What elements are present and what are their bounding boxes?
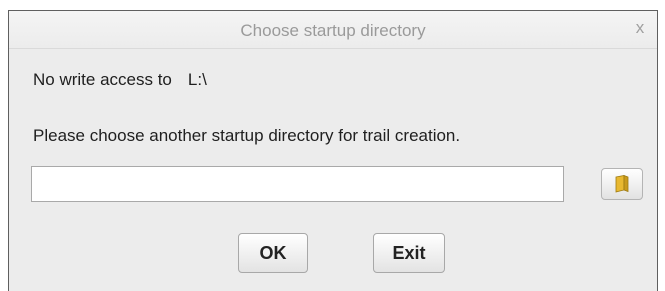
close-icon[interactable]: x xyxy=(631,19,649,37)
dialog-title: Choose startup directory xyxy=(240,21,426,40)
folder-icon xyxy=(615,175,629,193)
dialog-titlebar[interactable]: Choose startup directory x xyxy=(9,11,657,49)
choose-directory-dialog: Choose startup directory x No write acce… xyxy=(8,10,658,291)
no-write-access-message: No write access to L:\ xyxy=(33,70,207,90)
ok-button[interactable]: OK xyxy=(238,233,308,273)
instruction-text: Please choose another startup directory … xyxy=(33,126,461,145)
browse-folder-button[interactable] xyxy=(601,168,643,200)
no-write-access-label: No write access to xyxy=(33,70,172,89)
directory-input[interactable] xyxy=(31,166,564,202)
blocked-path: L:\ xyxy=(187,70,207,89)
exit-button[interactable]: Exit xyxy=(373,233,445,273)
